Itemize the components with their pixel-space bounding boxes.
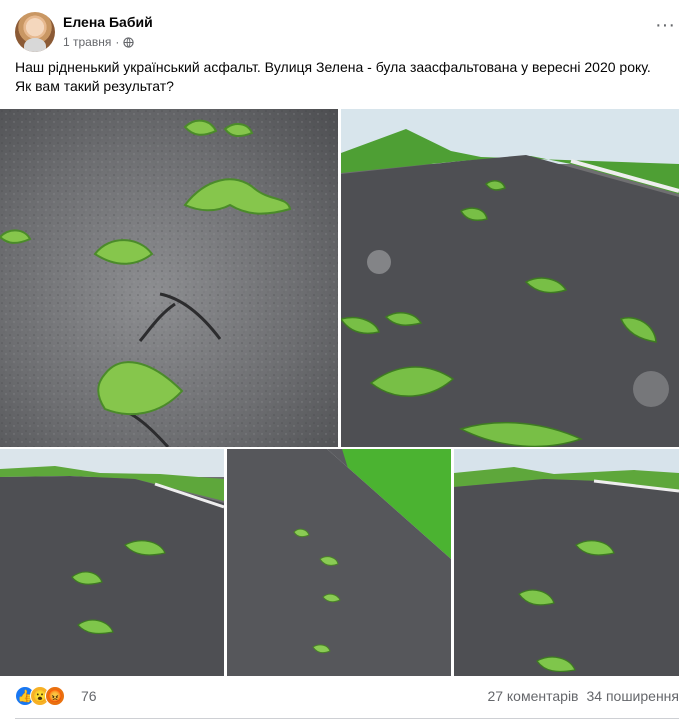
road-center-image xyxy=(227,449,451,676)
post-date[interactable]: 1 травня xyxy=(63,35,111,49)
photo-asphalt-closeup[interactable] xyxy=(0,109,338,447)
post-stats: 27 коментарів 34 поширення xyxy=(487,688,679,704)
footer-divider xyxy=(15,718,679,719)
photo-road-perspective[interactable] xyxy=(341,109,679,447)
post-text: Наш рідненький український асфальт. Вули… xyxy=(15,59,651,94)
shares-count[interactable]: 34 поширення xyxy=(587,688,680,704)
angry-icon: 😡 xyxy=(45,686,65,706)
meta-separator: · xyxy=(115,35,120,49)
road-right-image xyxy=(454,449,679,676)
more-options-button[interactable]: ··· xyxy=(651,15,679,38)
road-perspective-image xyxy=(341,109,679,447)
author-name[interactable]: Елена Бабий xyxy=(63,14,153,30)
photo-road-left[interactable] xyxy=(0,449,224,676)
post-meta: 1 травня · xyxy=(63,35,135,49)
author-avatar[interactable] xyxy=(15,12,55,52)
post-footer: 👍 😮 😡 76 27 коментарів 34 поширення xyxy=(15,684,679,711)
asphalt-closeup-image xyxy=(0,109,338,447)
globe-icon[interactable] xyxy=(123,36,135,48)
photo-road-right[interactable] xyxy=(454,449,679,676)
comments-count[interactable]: 27 коментарів xyxy=(487,688,578,704)
road-left-image xyxy=(0,449,224,676)
reaction-summary[interactable]: 👍 😮 😡 xyxy=(15,686,75,708)
reaction-count[interactable]: 76 xyxy=(81,688,97,704)
photo-road-center[interactable] xyxy=(227,449,451,676)
facebook-post: Елена Бабий 1 травня · ··· Наш рідненьки… xyxy=(0,0,694,727)
post-header: Елена Бабий 1 травня · ··· xyxy=(15,12,679,54)
